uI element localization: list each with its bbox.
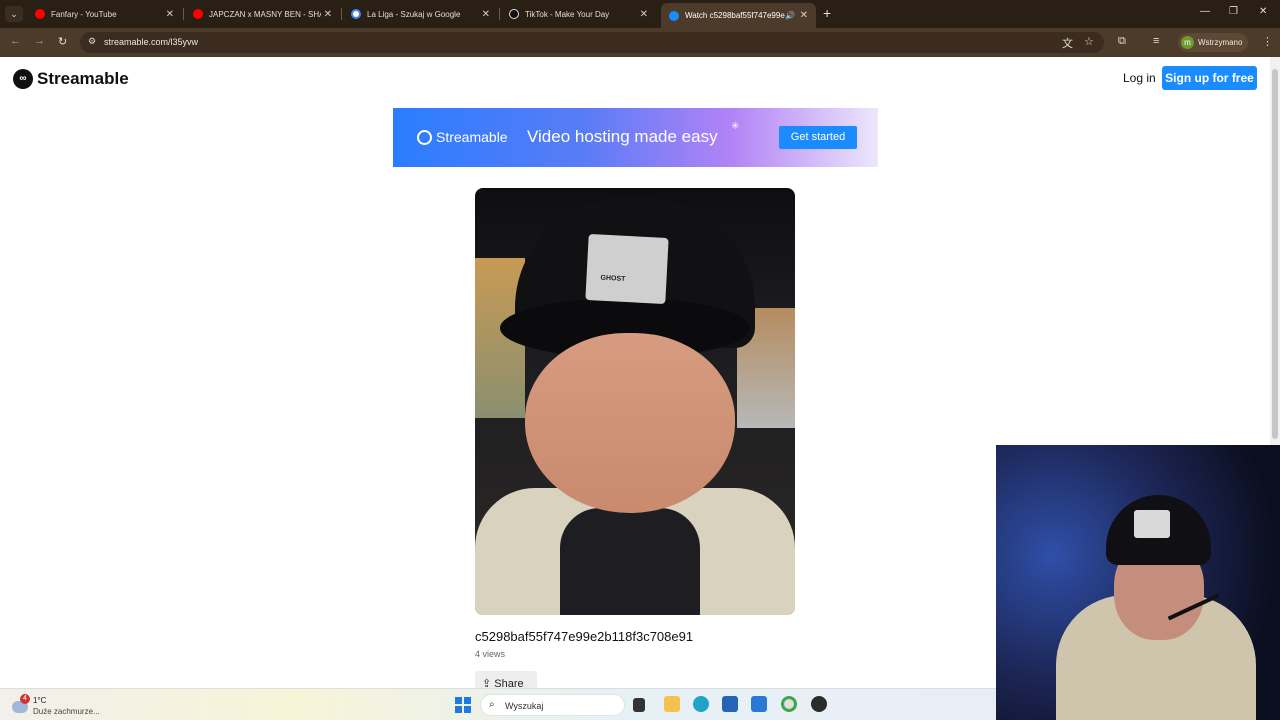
back-icon[interactable]: ← xyxy=(10,35,21,47)
temperature: 1°C xyxy=(33,696,47,705)
tab-la-liga[interactable]: La Liga - Szukaj w Google ✕ xyxy=(343,3,498,25)
store-icon[interactable] xyxy=(722,696,738,712)
reload-icon[interactable]: ↻ xyxy=(58,35,67,48)
tab-streamable[interactable]: Watch c5298baf55f747e99e 🔊 ✕ xyxy=(661,3,816,28)
chrome-icon[interactable] xyxy=(781,696,797,712)
file-explorer-icon[interactable] xyxy=(664,696,680,712)
logo-text: Streamable xyxy=(37,69,129,88)
close-icon[interactable]: ✕ xyxy=(482,9,490,20)
extensions-icon[interactable]: ⧉ xyxy=(1118,35,1126,48)
close-icon[interactable]: ✕ xyxy=(166,9,174,20)
weather-description: Duże zachmurze... xyxy=(33,707,100,716)
maximize-icon[interactable]: ❐ xyxy=(1229,6,1238,17)
profile-button[interactable]: m Wstrzymano xyxy=(1178,33,1248,52)
share-label: Share xyxy=(494,678,524,688)
google-icon xyxy=(351,9,361,19)
reading-list-icon[interactable]: ≡ xyxy=(1153,35,1159,47)
streamable-logo-icon xyxy=(417,130,432,145)
site-logo[interactable]: ∞ Streamable xyxy=(13,69,129,89)
webcam-cap-patch xyxy=(1134,510,1170,538)
site-info-icon[interactable]: ⚙ xyxy=(88,36,96,47)
minimize-icon[interactable]: — xyxy=(1200,6,1210,17)
translate-icon[interactable]: 文 xyxy=(1062,35,1073,51)
tab-title: Watch c5298baf55f747e99e xyxy=(685,11,785,20)
banner-tagline: Video hosting made easy xyxy=(527,127,718,146)
tab-tiktok[interactable]: TikTok - Make Your Day ✕ xyxy=(501,3,656,25)
outlook-icon[interactable] xyxy=(751,696,767,712)
address-bar[interactable]: ⚙ streamable.com/l35yvw xyxy=(80,32,1104,53)
close-icon[interactable]: ✕ xyxy=(640,9,648,20)
tab-strip: ⌄ Fanfary - YouTube ✕ JAPCZAN x MASNY BE… xyxy=(0,0,1280,28)
window-close-icon[interactable]: ✕ xyxy=(1259,6,1267,17)
view-count: 4 views xyxy=(475,649,506,659)
tab-title: JAPCZAN x MASNY BEN - SHAI xyxy=(209,9,321,19)
face xyxy=(525,333,735,513)
promo-banner[interactable]: Streamable Video hosting made easy ✳ Get… xyxy=(393,108,878,167)
page-scrollbar[interactable] xyxy=(1270,57,1280,445)
search-placeholder: Wyszukaj xyxy=(505,701,544,711)
youtube-icon xyxy=(35,9,45,19)
menu-kebab-icon[interactable]: ⋮ xyxy=(1262,35,1273,48)
youtube-icon xyxy=(193,9,203,19)
share-button[interactable]: ⇪ Share xyxy=(475,671,537,688)
taskbar: 4 1°C Duże zachmurze... ⌕ Wyszukaj xyxy=(0,688,996,720)
bookmark-star-icon[interactable]: ☆ xyxy=(1084,35,1094,48)
login-link[interactable]: Log in xyxy=(1123,71,1156,85)
tab-fanfary[interactable]: Fanfary - YouTube ✕ xyxy=(27,3,182,25)
edge-icon[interactable] xyxy=(693,696,709,712)
banner-brand: Streamable xyxy=(436,129,508,145)
get-started-button[interactable]: Get started xyxy=(779,126,857,149)
tab-title: La Liga - Szukaj w Google xyxy=(367,9,461,19)
shirt xyxy=(560,508,700,615)
tab-title: Fanfary - YouTube xyxy=(51,9,117,19)
webcam-overlay xyxy=(996,445,1280,720)
avatar: m xyxy=(1181,36,1194,49)
sparkle-icon: ✳ xyxy=(731,121,740,132)
tiktok-icon xyxy=(509,9,519,19)
video-player[interactable]: GHOST xyxy=(475,188,795,615)
signup-button[interactable]: Sign up for free xyxy=(1162,66,1257,90)
taskbar-search[interactable]: ⌕ Wyszukaj xyxy=(480,694,625,716)
task-view-icon[interactable] xyxy=(633,698,645,712)
tab-search-button[interactable]: ⌄ xyxy=(5,6,23,22)
notification-badge: 4 xyxy=(20,694,30,704)
close-icon[interactable]: ✕ xyxy=(324,9,332,20)
windows-start-icon[interactable] xyxy=(455,697,471,713)
streamable-logo-icon: ∞ xyxy=(13,69,33,89)
new-tab-icon[interactable]: + xyxy=(823,5,831,21)
video-title: c5298baf55f747e99e2b118f3c708e91 xyxy=(475,629,694,644)
browser-toolbar: ← → ↻ ⚙ streamable.com/l35yvw 文 ☆ ⧉ ≡ m … xyxy=(0,28,1280,57)
share-icon: ⇪ xyxy=(482,678,492,688)
close-icon[interactable]: ✕ xyxy=(800,10,808,21)
forward-icon[interactable]: → xyxy=(34,35,45,47)
app-icon[interactable] xyxy=(811,696,827,712)
search-icon: ⌕ xyxy=(489,699,495,710)
streamable-icon xyxy=(669,10,679,21)
speaker-icon[interactable]: 🔊 xyxy=(785,11,795,20)
tab-title: TikTok - Make Your Day xyxy=(525,9,610,19)
tab-japczan[interactable]: JAPCZAN x MASNY BEN - SHAI ✕ xyxy=(185,3,340,25)
profile-label: Wstrzymano xyxy=(1198,38,1243,47)
cap-patch: GHOST xyxy=(585,233,669,305)
url-text[interactable]: streamable.com/l35yvw xyxy=(104,37,198,47)
cap-patch-text: GHOST xyxy=(600,274,626,283)
